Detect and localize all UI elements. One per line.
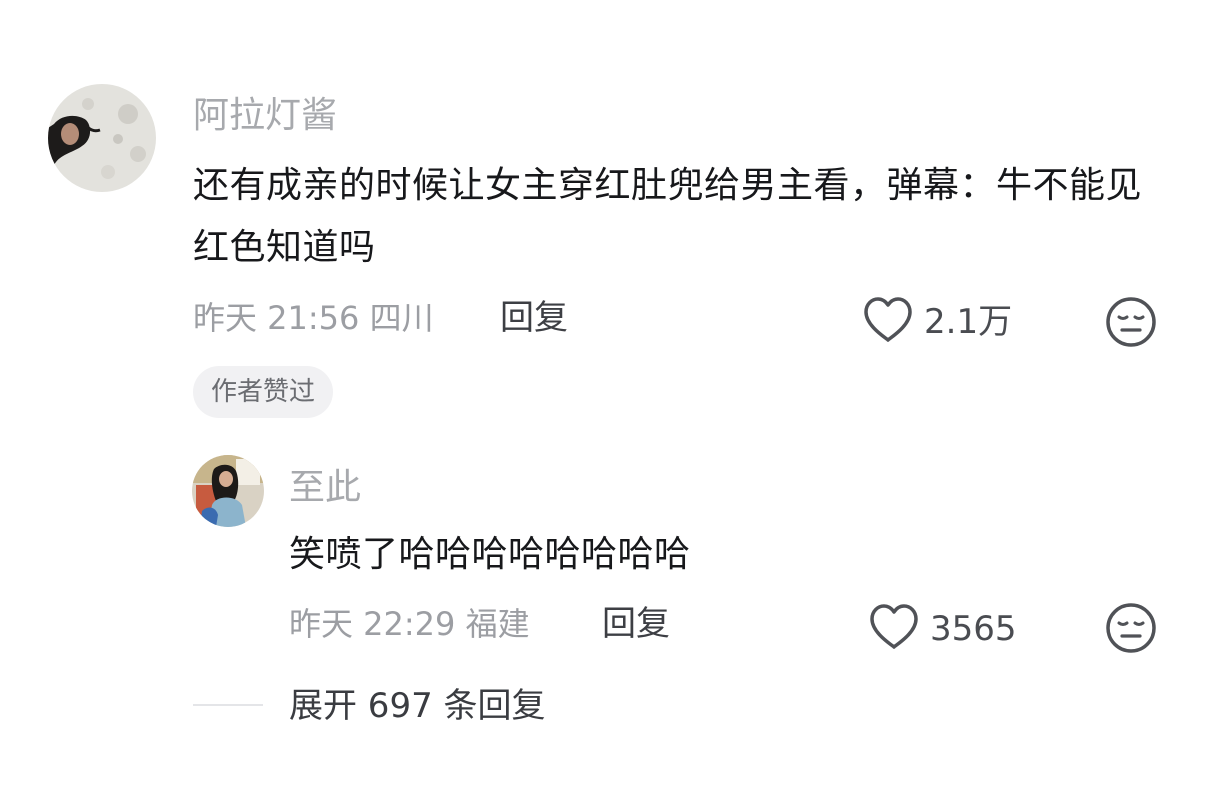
reply-avatar[interactable] (192, 455, 264, 527)
comment-reply-button[interactable]: 回复 (500, 298, 568, 338)
comment-like-count: 2.1万 (924, 302, 1013, 342)
comment-meta: 昨天 21:56 四川 (193, 299, 434, 337)
expand-replies-button[interactable]: 展开 697 条回复 (289, 686, 546, 726)
reply-username[interactable]: 至此 (289, 466, 361, 510)
comment-dislike-button[interactable] (1104, 295, 1158, 349)
author-liked-badge: 作者赞过 (193, 366, 334, 418)
comment-avatar[interactable] (48, 84, 156, 192)
heart-outline-icon (868, 603, 920, 655)
expand-divider (193, 704, 263, 706)
reply-dislike-button[interactable] (1104, 601, 1158, 655)
avatar-photo-icon (192, 455, 264, 527)
meh-face-icon (1104, 297, 1158, 353)
comment-text: 还有成亲的时候让女主穿红肚兜给男主看，弹幕：牛不能见红色知道吗 (193, 165, 1143, 268)
comment-thread: 阿拉灯酱 还有成亲的时候让女主穿红肚兜给男主看，弹幕：牛不能见红色知道吗 昨天 … (0, 0, 1206, 804)
reply-meta: 昨天 22:29 福建 (289, 605, 530, 643)
heart-outline-icon (862, 296, 914, 348)
reply-reply-button[interactable]: 回复 (602, 604, 670, 644)
reply-like-button[interactable]: 3565 (868, 603, 1017, 655)
comment-like-button[interactable]: 2.1万 (862, 296, 1012, 348)
reply-text: 笑喷了哈哈哈哈哈哈哈哈 (289, 534, 691, 575)
reply-like-count: 3565 (930, 609, 1017, 649)
comment-username[interactable]: 阿拉灯酱 (193, 94, 337, 138)
avatar-photo-icon (48, 84, 156, 192)
meh-face-icon (1104, 603, 1158, 659)
